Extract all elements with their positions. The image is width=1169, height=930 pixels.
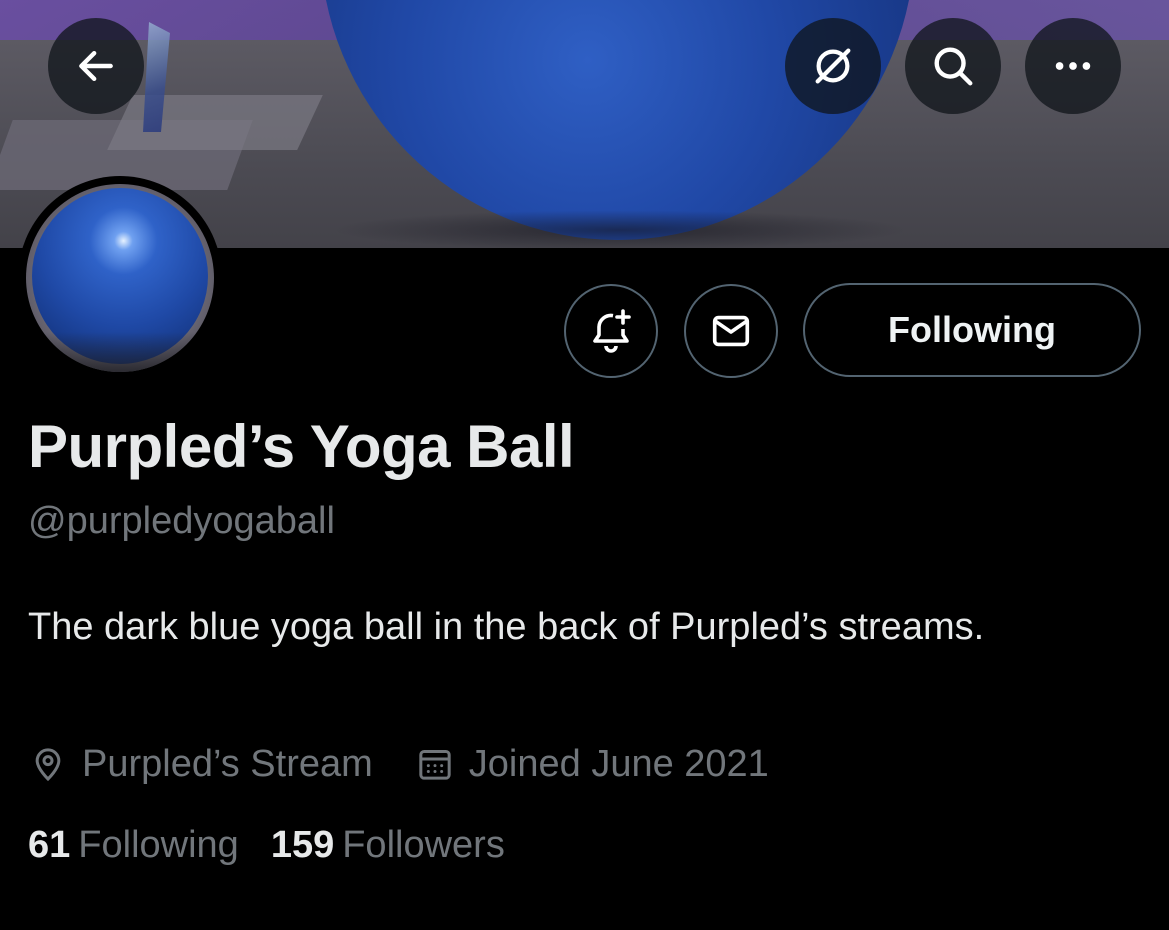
grok-button[interactable] [785, 18, 881, 114]
location-item: Purpled’s Stream [28, 743, 373, 786]
user-handle: @purpledyogaball [28, 500, 335, 542]
profile-meta: Purpled’s Stream Joined June 2021 [28, 738, 769, 790]
avatar[interactable] [18, 176, 222, 380]
bell-plus-icon [593, 309, 631, 353]
search-icon [934, 47, 973, 86]
avatar-image [26, 184, 214, 372]
notifications-button[interactable] [564, 284, 658, 378]
following-label: Following [78, 824, 239, 866]
location-pin-icon [35, 748, 61, 782]
display-name: Purpled’s Yoga Ball [28, 413, 575, 480]
joined-item: Joined June 2021 [415, 743, 769, 786]
search-button[interactable] [905, 18, 1001, 114]
following-count: 61 [28, 824, 71, 866]
arrow-left-icon [79, 50, 113, 82]
banner-object [107, 95, 323, 150]
followers-stat[interactable]: 159 Followers [271, 824, 505, 867]
envelope-icon [712, 315, 750, 347]
banner-shadow [330, 210, 910, 248]
avatar-floor [26, 332, 214, 372]
message-button[interactable] [684, 284, 778, 378]
following-button[interactable]: Following [803, 283, 1141, 377]
follow-stats: 61 Following 159 Followers [28, 824, 505, 867]
following-stat[interactable]: 61 Following [28, 824, 239, 867]
slashed-circle-icon [815, 48, 851, 84]
more-horizontal-icon [1055, 62, 1091, 70]
followers-count: 159 [270, 824, 335, 866]
location-text: Purpled’s Stream [82, 742, 373, 785]
more-button[interactable] [1025, 18, 1121, 114]
profile-bio: The dark blue yoga ball in the back of P… [28, 606, 985, 648]
calendar-icon [419, 750, 451, 780]
back-button[interactable] [48, 18, 144, 114]
followers-label: Followers [342, 824, 505, 866]
joined-text: Joined June 2021 [468, 742, 769, 785]
